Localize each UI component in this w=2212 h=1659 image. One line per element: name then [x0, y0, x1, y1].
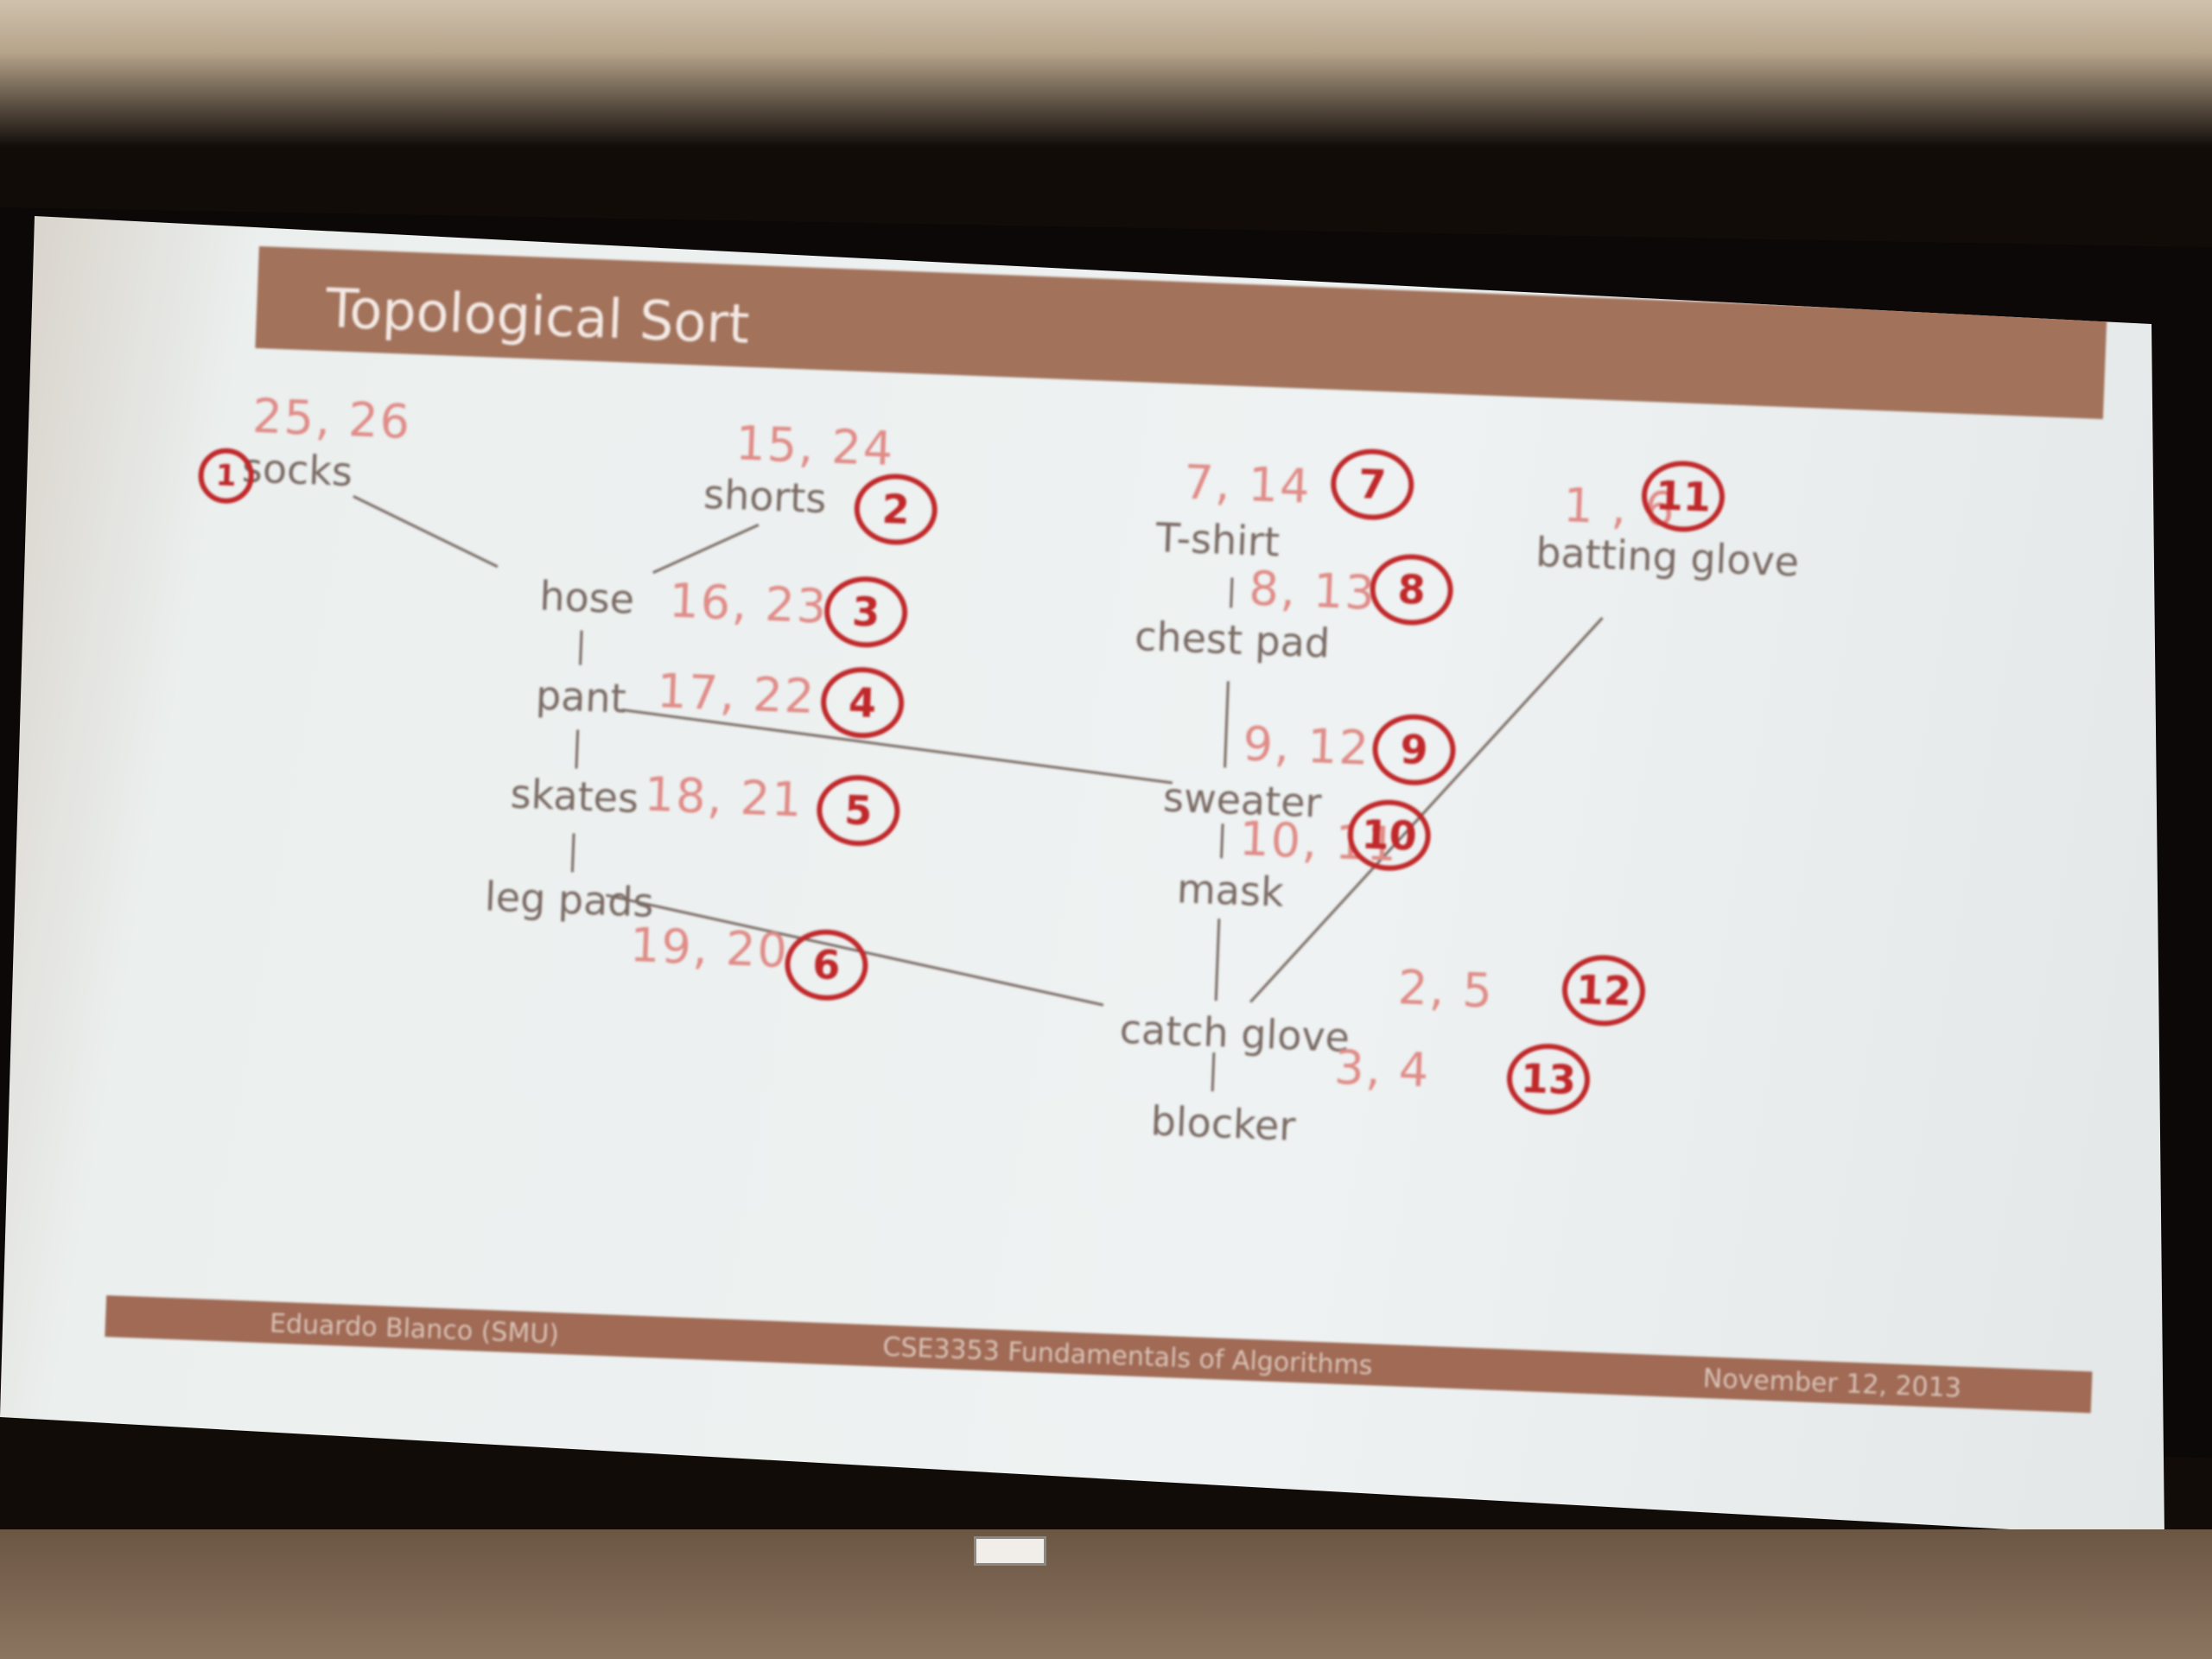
time-hose: 16, 23	[668, 573, 830, 634]
node-blocker: blocker	[1149, 1097, 1297, 1150]
node-chest-pad: chest pad	[1134, 613, 1332, 667]
edge-hose-pant	[579, 630, 583, 665]
time-leg-pads: 19, 20	[628, 918, 791, 979]
slide: Topological Sort socks shorts T-shirt ba…	[102, 242, 2133, 1484]
edge-shorts-hose	[652, 524, 760, 575]
node-hose: hose	[538, 572, 636, 623]
edge-socks-hose	[353, 495, 499, 569]
wall-below-screen	[0, 1529, 2212, 1659]
edge-sweater-mask	[1220, 823, 1224, 859]
edge-catchglove-blocker	[1211, 1052, 1216, 1092]
screen-pull-tab	[974, 1536, 1046, 1566]
node-shorts: shorts	[702, 470, 828, 523]
time-chest-pad: 8, 13	[1248, 561, 1378, 620]
lecture-photo: Topological Sort socks shorts T-shirt ba…	[0, 0, 2212, 1659]
node-skates: skates	[509, 770, 640, 823]
time-catch-glove: 2, 5	[1396, 960, 1496, 1019]
time-socks: 25, 26	[251, 388, 413, 449]
time-sweater: 9, 12	[1242, 716, 1372, 776]
time-skates: 18, 21	[643, 766, 804, 828]
edge-chestpad-sweater	[1224, 681, 1230, 768]
node-mask: mask	[1176, 865, 1285, 917]
footer-author: Eduardo Blanco (SMU)	[269, 1308, 560, 1351]
node-socks: socks	[241, 444, 354, 496]
node-leg-pads: leg pads	[484, 873, 655, 927]
edge-skates-legpads	[570, 833, 575, 873]
node-tshirt: T-shirt	[1154, 514, 1281, 566]
edge-pant-skates	[575, 729, 580, 769]
node-pant: pant	[535, 671, 627, 722]
time-tshirt: 7, 14	[1183, 454, 1313, 514]
node-catch-glove: catch glove	[1118, 1005, 1351, 1062]
edge-mask-catchglove	[1214, 918, 1221, 1001]
time-shorts: 15, 24	[734, 416, 896, 477]
edge-tshirt-chestpad	[1230, 577, 1234, 608]
time-blocker: 3, 4	[1333, 1039, 1432, 1098]
time-pant: 17, 22	[656, 664, 817, 725]
footer-date: November 12, 2013	[1702, 1363, 1962, 1404]
